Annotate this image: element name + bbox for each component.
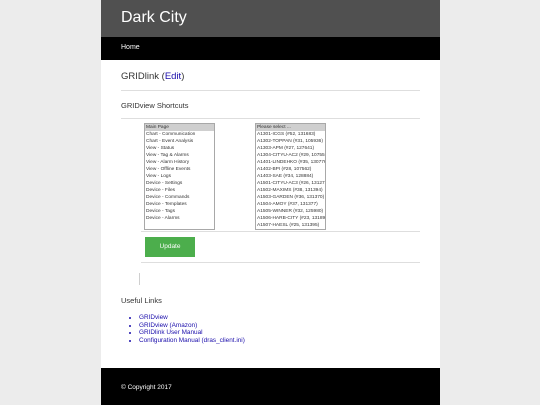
update-button[interactable]: Update xyxy=(145,237,195,257)
select-option[interactable]: Device - Tags xyxy=(145,208,214,215)
useful-links-list: GRIDviewGRIDview (Amazon)GRIDlink User M… xyxy=(121,314,420,344)
select-option[interactable]: Chart - Communication xyxy=(145,131,214,138)
select-option[interactable]: A1401-LINDEHKO (#35, 130776) xyxy=(256,159,325,166)
site-title: Dark City xyxy=(121,9,187,26)
edit-link[interactable]: Edit xyxy=(165,71,181,82)
select-option[interactable]: View - Tag & Alarms xyxy=(145,152,214,159)
useful-link[interactable]: GRIDlink User Manual xyxy=(139,329,203,336)
select-option[interactable]: A1506-HARB-CITY (#23, 131898) xyxy=(256,215,325,222)
copyright-text: © Copyright 2017 xyxy=(121,384,172,391)
useful-links-heading: Useful Links xyxy=(121,296,162,305)
useful-link-item: GRIDview (Amazon) xyxy=(139,322,420,330)
select-option[interactable]: A1303-APM (#27, 127641) xyxy=(256,145,325,152)
select-option[interactable]: Please select ... xyxy=(256,124,325,131)
select-option[interactable]: Device - Settings xyxy=(145,180,214,187)
select-option[interactable]: A1304-CITYU-AC2 (#29, 107557) xyxy=(256,152,325,159)
divider xyxy=(121,90,420,91)
useful-link[interactable]: GRIDview xyxy=(139,314,168,321)
useful-link-item: GRIDlink User Manual xyxy=(139,329,420,337)
select-option[interactable]: A1502-MAXIMS (#38, 131394) xyxy=(256,187,325,194)
select-option[interactable]: A1302-TOPPAN (#31, 105936) xyxy=(256,138,325,145)
select-option[interactable]: View - Offline Events xyxy=(145,166,214,173)
page-container: Dark City Home GRIDlink (Edit) GRIDview … xyxy=(101,0,440,405)
empty-panel xyxy=(139,273,144,285)
select-option[interactable]: View - Logs xyxy=(145,173,214,180)
select-option[interactable]: A1505-WINNER (#32, 125980) xyxy=(256,208,325,215)
site-header: Dark City xyxy=(101,0,440,37)
select-option[interactable]: Main Page xyxy=(145,124,214,131)
gridlink-heading: GRIDlink (Edit) xyxy=(121,71,185,82)
device-select-list[interactable]: Please select ... A1301-ICGS (#52, 131683… xyxy=(255,123,326,230)
select-option[interactable]: A1501-CITYU-AC3 (#26, 131273) xyxy=(256,180,325,187)
page-select-list[interactable]: Main Page Chart - Communication Chart - Ev… xyxy=(144,123,215,230)
main-content: GRIDlink (Edit) GRIDview Shortcuts Main … xyxy=(101,71,440,344)
select-option[interactable]: A1403-SAE (#34, 128884) xyxy=(256,173,325,180)
footer: © Copyright 2017 xyxy=(101,368,440,405)
select-option[interactable]: View - Status xyxy=(145,145,214,152)
select-option[interactable]: Device - Commands xyxy=(145,194,214,201)
select-option[interactable]: A1301-ICGS (#52, 131683) xyxy=(256,131,325,138)
select-option[interactable]: A1507-HAESL (#25, 131395) xyxy=(256,222,325,229)
select-option[interactable]: Device - Templates xyxy=(145,201,214,208)
shortcut-selectors: Main Page Chart - Communication Chart - Ev… xyxy=(121,119,420,231)
select-option[interactable]: Device - Alarms xyxy=(145,215,214,222)
select-option[interactable]: A1503-GARDEN (#36, 131370) xyxy=(256,194,325,201)
useful-link-item: GRIDview xyxy=(139,314,420,322)
select-option[interactable]: Device - Files xyxy=(145,187,214,194)
useful-link-item: Configuration Manual (dras_client.ini) xyxy=(139,337,420,345)
shortcuts-heading: GRIDview Shortcuts xyxy=(121,101,189,110)
select-option[interactable]: A1504-AMOY (#37, 131377) xyxy=(256,201,325,208)
navbar: Home xyxy=(101,37,440,60)
divider xyxy=(141,231,420,232)
select-option[interactable]: View - Alarm History xyxy=(145,159,214,166)
useful-link[interactable]: GRIDview (Amazon) xyxy=(139,322,197,329)
divider xyxy=(141,262,420,263)
select-option[interactable]: Chart - Event Analysis xyxy=(145,138,214,145)
nav-item-home[interactable]: Home xyxy=(121,44,140,51)
useful-link[interactable]: Configuration Manual (dras_client.ini) xyxy=(139,337,245,344)
select-option[interactable]: A1402-BPI (#28, 107562) xyxy=(256,166,325,173)
